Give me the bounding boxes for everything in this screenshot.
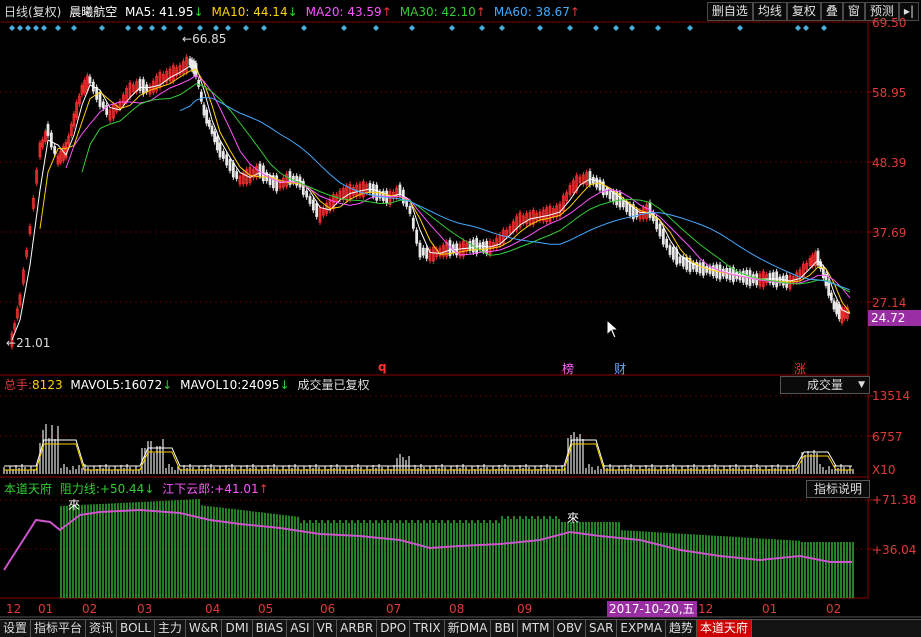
selected-date-badge: 2017-10-20,五 (607, 601, 697, 617)
mavol10-value: 24095 (241, 378, 280, 392)
indicator-tab-16[interactable]: OBV (554, 620, 587, 637)
total-volume-value: 8123 (32, 378, 63, 392)
price-axis-label: 48.39 (872, 156, 907, 170)
month-label: 03 (137, 602, 153, 616)
indicator-tab-18[interactable]: EXPMA (617, 620, 667, 637)
event-marker-zhang[interactable]: 涨 (794, 360, 806, 377)
volume-indicator-dropdown[interactable]: 成交量 ▼ (780, 376, 870, 394)
volume-axis-label: X10 (872, 463, 896, 477)
indicator-tab-6[interactable]: DMI (222, 620, 253, 637)
high-price-annotation: ←66.85 (182, 32, 227, 46)
indicator-tab-10[interactable]: ARBR (337, 620, 378, 637)
price-axis-label: 27.14 (872, 296, 907, 310)
indicator-tab-0[interactable]: 设置 (0, 620, 32, 637)
indicator-tab-20[interactable]: 本道天府 (697, 620, 753, 637)
indicator-tab-8[interactable]: ASI (287, 620, 314, 637)
indicator-tab-14[interactable]: BBI (491, 620, 519, 637)
event-marker-q[interactable]: q (378, 360, 387, 374)
volume-axis-label: 13514 (872, 389, 911, 403)
event-marker-bang[interactable]: 榜 (562, 360, 574, 377)
indicator-tab-7[interactable]: BIAS (253, 620, 288, 637)
mavol10-label: MAVOL10: (180, 378, 242, 392)
indicator-tab-4[interactable]: 主力 (155, 620, 186, 637)
current-price-tag: 24.72 (868, 310, 921, 326)
volume-header: 总手:8123 MAVOL5:16072↓ MAVOL10:24095↓ 成交量… (4, 377, 373, 393)
indicator-mark-2: 來 (567, 511, 580, 525)
indicator-tab-11[interactable]: DPO (377, 620, 411, 637)
indicator-tab-19[interactable]: 趋势 (666, 620, 698, 637)
indicator-header: 本道天府 阻力线:+50.44↓ 江下云郎:+41.01↑ (4, 481, 273, 497)
indicator-tab-2[interactable]: 资讯 (86, 620, 118, 637)
month-label: 01 (762, 602, 778, 616)
indicator-tab-1[interactable]: 指标平台 (31, 620, 87, 637)
month-label: 08 (449, 602, 465, 616)
price-axis-label: 37.69 (872, 226, 907, 240)
month-label: 12 (6, 602, 22, 616)
indicator-tab-bar: 设置 指标平台 资讯 BOLL 主力 W&R DMI BIAS ASI VR ARBR DPO TRIX… (0, 619, 921, 637)
indicator-axis-label: +71.38 (872, 493, 917, 507)
volume-axis-label: 6757 (872, 430, 903, 444)
price-axis-label: 69.50 (872, 16, 907, 30)
volume-note: 成交量已复权 (297, 378, 370, 392)
month-label: 04 (205, 602, 221, 616)
month-label: 02 (826, 602, 842, 616)
indicator-tab-15[interactable]: MTM (518, 620, 554, 637)
indicator-tab-9[interactable]: VR (314, 620, 338, 637)
indicator-tab-3[interactable]: BOLL (117, 620, 155, 637)
price-axis-label: 58.95 (872, 86, 907, 100)
indicator-name[interactable]: 本道天府 (4, 482, 52, 496)
indicator-tab-17[interactable]: SAR (586, 620, 618, 637)
indicator-tab-13[interactable]: 新DMA (445, 620, 492, 637)
month-label: 05 (258, 602, 274, 616)
month-label: 06 (320, 602, 336, 616)
indicator-axis-label: +36.04 (872, 543, 917, 557)
indicator-help-button[interactable]: 指标说明 (806, 480, 870, 498)
chevron-down-icon: ▼ (858, 380, 865, 390)
jiangxia-value: +41.01 (214, 482, 259, 496)
mouse-cursor-icon (606, 319, 620, 339)
month-label: 02 (82, 602, 98, 616)
mavol5-label: MAVOL5: (70, 378, 125, 392)
kline-chart[interactable] (0, 0, 921, 636)
indicator-mark-1: 來 (68, 498, 81, 512)
month-label: 09 (517, 602, 533, 616)
month-label: 07 (386, 602, 402, 616)
mavol10-arrow: ↓ (279, 378, 290, 392)
resistance-arrow: ↓ (144, 482, 155, 496)
mavol5-arrow: ↓ (162, 378, 173, 392)
indicator-tab-5[interactable]: W&R (186, 620, 223, 637)
month-label: 01 (38, 602, 54, 616)
resistance-label: 阻力线: (59, 482, 100, 496)
low-price-annotation: ←21.01 (6, 336, 51, 350)
resistance-value: +50.44 (99, 482, 145, 496)
total-volume-label: 总手: (4, 378, 33, 392)
jiangxia-arrow: ↑ (258, 482, 269, 496)
volume-dropdown-label: 成交量 (806, 378, 843, 392)
indicator-tab-12[interactable]: TRIX (410, 620, 445, 637)
mavol5-value: 16072 (124, 378, 163, 392)
jiangxia-label: 江下云郎: (162, 482, 215, 496)
month-label: 12 (698, 602, 714, 616)
event-marker-cai[interactable]: 财 (614, 360, 626, 377)
